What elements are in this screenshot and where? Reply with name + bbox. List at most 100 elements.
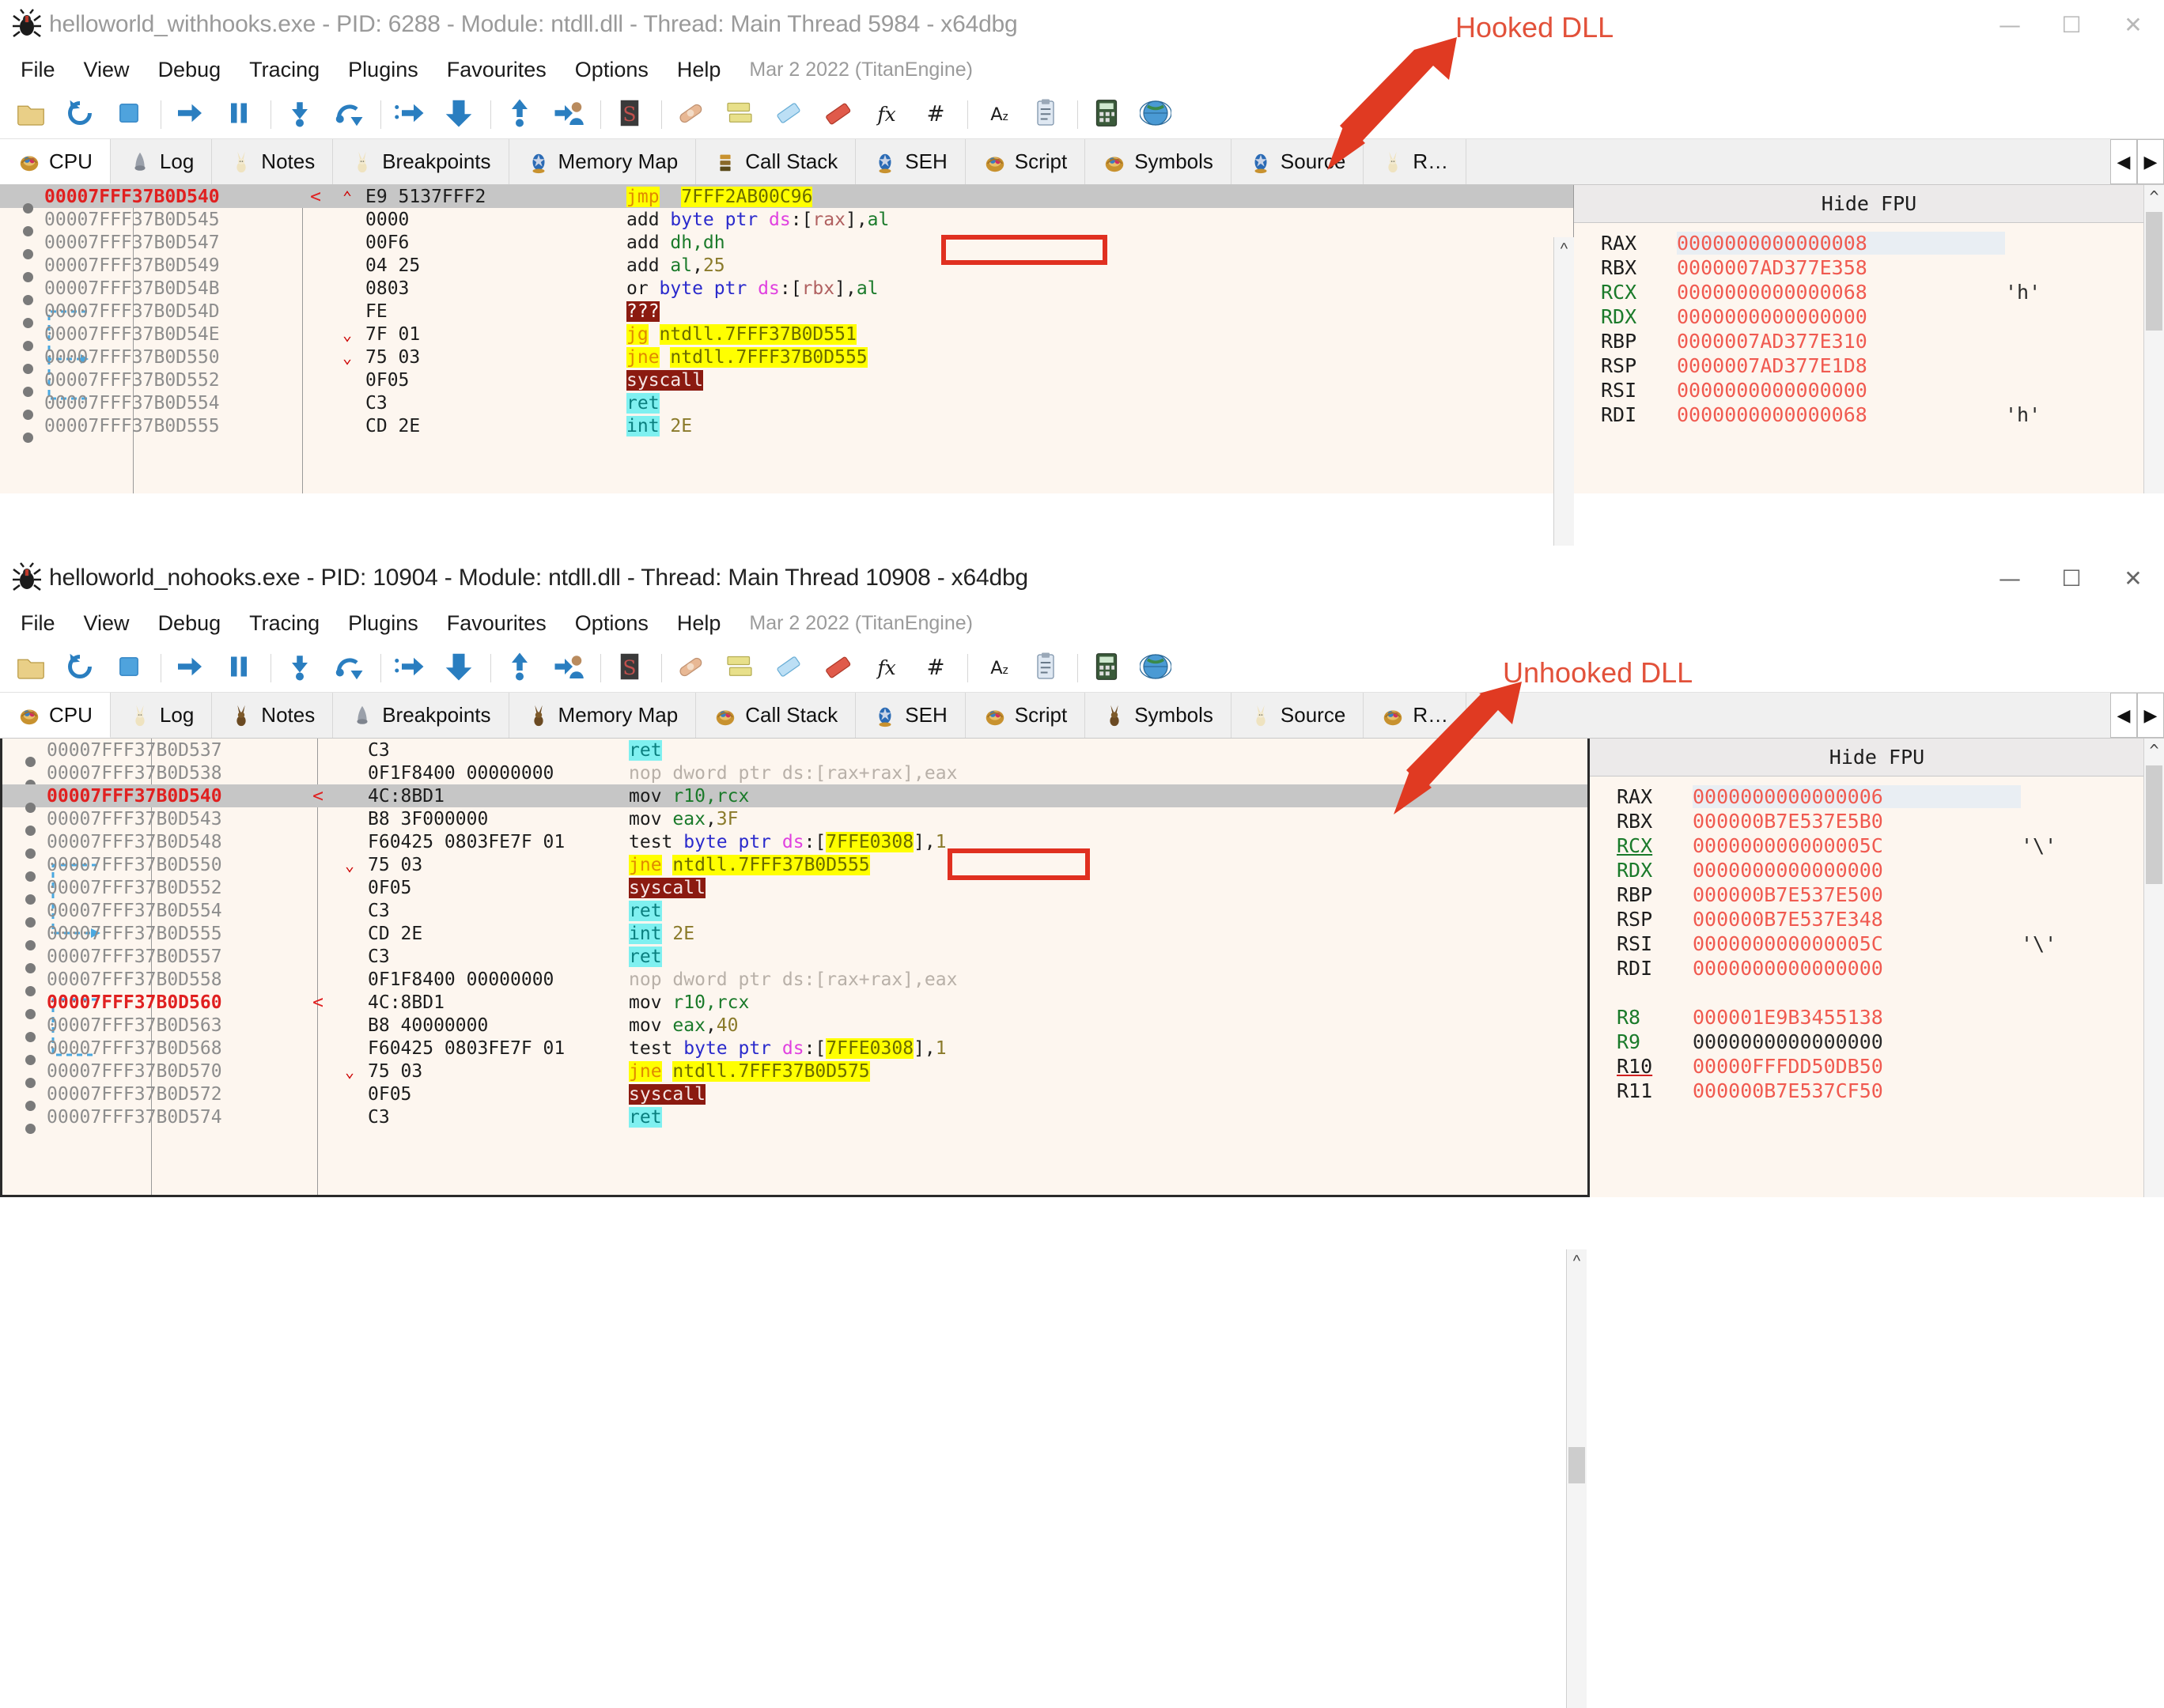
register-row[interactable]: RSP 000000B7E537E348 — [1617, 907, 2164, 931]
hide-fpu-button-top[interactable]: Hide FPU — [1574, 185, 2164, 223]
run-icon[interactable] — [174, 651, 209, 686]
disassembly-row[interactable]: 00007FFF37B0D568 F60425 0803FE7F 01 test b… — [2, 1037, 1587, 1065]
register-row[interactable]: RBP 000000B7E537E500 — [1617, 882, 2164, 907]
hash-icon[interactable]: # — [920, 651, 955, 686]
scroll-up-icon-bottom[interactable]: ^ — [2144, 739, 2164, 762]
register-row[interactable]: RCX 000000000000005C '\' — [1617, 833, 2164, 858]
disassembly-row[interactable]: 00007FFF37B0D570 ⌄ 75 03 jne ntdll.7FFF37B0… — [2, 1060, 1587, 1088]
menu-item-tracing[interactable]: Tracing — [235, 608, 334, 639]
register-row[interactable]: R10 00000FFFDD50DB50 — [1617, 1054, 2164, 1079]
tab-scroll-right-icon[interactable]: ▶ — [2137, 693, 2164, 738]
label-icon[interactable] — [773, 651, 808, 686]
tab-cpu[interactable]: CPU — [0, 139, 111, 184]
register-value[interactable]: 0000000000000000 — [1677, 305, 2005, 328]
menu-item-debug[interactable]: Debug — [144, 608, 236, 639]
menu-item-tracing[interactable]: Tracing — [235, 55, 334, 85]
disassembly-row[interactable]: 00007FFF37B0D563 B8 40000000 mov eax,40 — [2, 1014, 1587, 1042]
register-row[interactable]: RDI 0000000000000068'h' — [1601, 402, 2164, 427]
hash-icon[interactable]: # — [920, 97, 955, 132]
restart-icon[interactable] — [64, 651, 99, 686]
menu-item-plugins[interactable]: Plugins — [334, 55, 433, 85]
disassembly-view-top[interactable]: 00007FFF37B0D540 < ⌃ E9 5137FFF2 jmp 7FFF2AB… — [0, 185, 1574, 493]
disassembly-row[interactable]: 00007FFF37B0D552 0F05 syscall — [0, 368, 1573, 397]
pause-icon[interactable] — [223, 651, 258, 686]
register-row[interactable]: RDX 0000000000000000 — [1617, 858, 2164, 882]
register-value[interactable]: 0000007AD377E1D8 — [1677, 354, 2005, 377]
step-out-icon[interactable] — [443, 97, 478, 132]
disassembly-row[interactable]: 00007FFF37B0D54E ⌄ 7F 01 jg ntdll.7FFF37B0D… — [0, 323, 1573, 351]
disassembly-row[interactable]: 00007FFF37B0D557 C3 ret — [2, 945, 1587, 973]
comment-icon[interactable] — [724, 651, 759, 686]
register-value[interactable]: 0000000000000000 — [1693, 957, 2021, 980]
disassembly-row[interactable]: 00007FFF37B0D560 <4C:8BD1 mov r10,rcx — [2, 991, 1587, 1019]
register-value[interactable]: 0000000000000000 — [1693, 1030, 2021, 1053]
disassembly-row[interactable]: 00007FFF37B0D558 0F1F8400 00000000 nop dwo… — [2, 968, 1587, 996]
menu-item-file[interactable]: File — [6, 608, 70, 639]
step-over-icon[interactable] — [333, 97, 368, 132]
tab-scroll-left-icon[interactable]: ◀ — [2110, 139, 2137, 184]
register-row[interactable]: R8 000001E9B3455138 — [1617, 1005, 2164, 1030]
disassembly-row[interactable]: 00007FFF37B0D545 0000 add byte ptr ds:[rax… — [0, 208, 1573, 236]
register-value[interactable]: 0000000000000000 — [1677, 379, 2005, 402]
register-row[interactable]: R11 000000B7E537CF50 — [1617, 1079, 2164, 1103]
register-value[interactable]: 0000000000000006 — [1693, 785, 2021, 808]
register-row[interactable]: RDI 0000000000000000 — [1617, 956, 2164, 981]
register-value[interactable]: 0000007AD377E358 — [1677, 256, 2005, 279]
menu-item-help[interactable]: Help — [663, 55, 736, 85]
register-row[interactable]: RSI 000000000000005C '\' — [1617, 931, 2164, 956]
register-value[interactable]: 000000000000005C — [1693, 834, 2021, 857]
step-over-icon[interactable] — [333, 651, 368, 686]
patch-icon[interactable] — [675, 97, 709, 132]
tab-seh[interactable]: SEH — [856, 693, 966, 738]
tab-memory-map[interactable]: Memory Map — [509, 139, 697, 184]
step-into-icon[interactable] — [284, 651, 319, 686]
tab-breakpoints[interactable]: Breakpoints — [333, 693, 509, 738]
menu-item-plugins[interactable]: Plugins — [334, 608, 433, 639]
open-folder-icon[interactable] — [15, 651, 50, 686]
menu-item-favourites[interactable]: Favourites — [433, 55, 561, 85]
tab-call-stack[interactable]: Call Stack — [696, 139, 857, 184]
run-to-user-icon[interactable] — [553, 97, 588, 132]
tab-scroll-left-icon[interactable]: ◀ — [2110, 693, 2137, 738]
label-icon[interactable] — [773, 97, 808, 132]
registers-scrollbar-top[interactable]: ^ — [2143, 185, 2164, 493]
register-value[interactable]: 0000000000000068 — [1677, 403, 2005, 426]
close-button-bottom[interactable]: ✕ — [2102, 556, 2164, 600]
script-icon[interactable]: S — [614, 651, 649, 686]
registers-pane-top[interactable]: Hide FPU RAX 0000000000000008 RBX 0000007AD… — [1574, 185, 2164, 493]
tab-call-stack[interactable]: Call Stack — [696, 693, 857, 738]
script-icon[interactable]: S — [614, 97, 649, 132]
eraser-icon[interactable] — [822, 651, 857, 686]
step-into-dotted-icon[interactable] — [394, 651, 429, 686]
copy-icon[interactable] — [1030, 97, 1065, 132]
run-to-user-icon[interactable] — [553, 651, 588, 686]
register-row[interactable]: RSP 0000007AD377E1D8 — [1601, 353, 2164, 378]
hide-fpu-button-bottom[interactable]: Hide FPU — [1590, 739, 2164, 777]
disassembly-row[interactable]: 00007FFF37B0D54B 0803 or byte ptr ds:[rbx]… — [0, 277, 1573, 305]
registers-pane-bottom[interactable]: Hide FPU RAX 0000000000000006 RBX 000000B7E… — [1590, 739, 2164, 1197]
register-value[interactable]: 0000007AD377E310 — [1677, 330, 2005, 353]
menu-item-help[interactable]: Help — [663, 608, 736, 639]
disassembly-row[interactable]: 00007FFF37B0D549 04 25 add al,25 — [0, 254, 1573, 282]
register-row[interactable]: RBP 0000007AD377E310 — [1601, 329, 2164, 353]
step-into-icon[interactable] — [284, 97, 319, 132]
tab-breakpoints[interactable]: Breakpoints — [333, 139, 509, 184]
disassembly-row[interactable]: 00007FFF37B0D554 C3 ret — [0, 391, 1573, 420]
patch-icon[interactable] — [675, 651, 709, 686]
x64dbg-window-withhooks[interactable]: helloworld_withhooks.exe - PID: 6288 - M… — [0, 0, 2164, 546]
function-icon[interactable]: fx — [871, 97, 906, 132]
register-value[interactable]: 000000B7E537E500 — [1693, 883, 2021, 906]
font-icon[interactable]: Az — [981, 651, 1016, 686]
register-value[interactable]: 00000FFFDD50DB50 — [1693, 1055, 2021, 1078]
disassembly-row[interactable]: 00007FFF37B0D574 C3 ret — [2, 1105, 1587, 1134]
tab-scroll-buttons[interactable]: ◀ ▶ — [2110, 139, 2164, 184]
menu-item-view[interactable]: View — [70, 608, 144, 639]
tab-scroll-buttons[interactable]: ◀ ▶ — [2110, 693, 2164, 738]
disassembly-scrollbar-bottom[interactable]: ^ — [1566, 1249, 1587, 1708]
menu-item-view[interactable]: View — [70, 55, 144, 85]
menu-item-file[interactable]: File — [6, 55, 70, 85]
disassembly-row[interactable]: 00007FFF37B0D555 CD 2E int 2E — [0, 414, 1573, 443]
scroll-up-icon-disasm-bottom[interactable]: ^ — [1567, 1249, 1587, 1273]
copy-icon[interactable] — [1030, 651, 1065, 686]
pause-icon[interactable] — [223, 97, 258, 132]
